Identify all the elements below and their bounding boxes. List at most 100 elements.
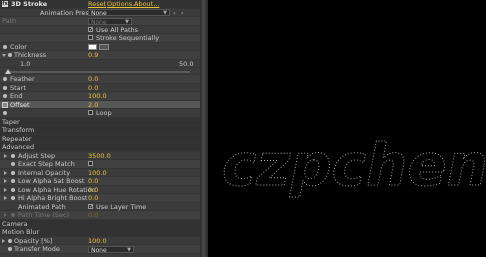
stopwatch-icon[interactable] — [11, 187, 15, 192]
opacity-value[interactable]: 100.0 — [88, 237, 107, 246]
repeater-row[interactable]: Repeater — [0, 134, 200, 143]
twirl-closed-icon[interactable] — [2, 238, 5, 243]
loop-checkbox[interactable] — [88, 110, 93, 115]
twirl-open-icon[interactable] — [2, 54, 6, 57]
stopwatch-icon[interactable] — [11, 162, 15, 166]
twirl-closed-icon[interactable] — [4, 170, 7, 175]
about-link[interactable]: About... — [134, 0, 159, 9]
feather-label: Feather — [10, 75, 35, 83]
exact-step-match-label: Exact Step Match — [18, 160, 75, 168]
offset-value[interactable]: 2.0 — [88, 101, 98, 110]
hi-alpha-bright-boost-row: Hi Alpha Bright Boost 0.0 — [0, 194, 200, 203]
feather-value[interactable]: 0.0 — [88, 75, 98, 84]
stroke-sequentially-label: Stroke Sequentially — [96, 34, 160, 42]
thickness-min-label: 1.0 — [20, 59, 31, 68]
stopwatch-icon[interactable] — [8, 238, 12, 243]
exact-step-match-checkbox[interactable] — [88, 161, 93, 166]
effect-header-row: fx 3D Stroke Reset Options... About... — [0, 0, 200, 9]
reset-link[interactable]: Reset — [88, 0, 106, 9]
path-time-label: Path Time (Sec) — [18, 211, 70, 219]
stroked-text: czpcheng — [222, 131, 486, 199]
adjust-step-value[interactable]: 3500.0 — [88, 152, 111, 161]
end-label: End — [10, 92, 23, 100]
preset-next-icon[interactable]: › — [181, 9, 184, 18]
animation-presets-value: None — [91, 10, 107, 17]
hi-alpha-bright-boost-label: Hi Alpha Bright Boost — [18, 194, 88, 202]
start-value[interactable]: 0.0 — [88, 84, 98, 93]
use-all-paths-label: Use All Paths — [96, 25, 138, 34]
chevron-down-icon: ▼ — [127, 246, 131, 253]
use-all-paths-checkbox[interactable]: ✓ — [88, 26, 93, 32]
advanced-row[interactable]: Advanced — [0, 143, 200, 152]
transfer-mode-dropdown[interactable]: None ▼ — [88, 245, 134, 254]
low-alpha-hue-rotation-row: Low Alpha Hue Rotation 0.0 — [0, 186, 200, 195]
motion-blur-row[interactable]: Motion Blur — [0, 228, 200, 237]
thickness-slider-thumb[interactable] — [5, 69, 11, 74]
chevron-down-icon: ▼ — [125, 18, 129, 25]
thickness-label: Thickness — [14, 51, 47, 59]
animation-presets-dropdown[interactable]: None ▼ — [88, 9, 170, 17]
stopwatch-icon[interactable] — [11, 170, 15, 175]
effect-controls-panel: fx 3D Stroke Reset Options... About... A… — [0, 0, 200, 257]
composition-preview[interactable]: czpcheng — [208, 0, 486, 257]
twirl-closed-icon[interactable] — [4, 187, 7, 192]
end-value[interactable]: 100.0 — [88, 92, 107, 101]
twirl-closed-icon[interactable] — [4, 179, 7, 183]
camera-label: Camera — [2, 219, 28, 228]
thickness-max-label: 50.0 — [179, 59, 194, 68]
use-layer-time-label: Use Layer Time — [96, 202, 147, 211]
path-row: Path None ▼ — [0, 17, 200, 26]
stopwatch-icon[interactable] — [8, 247, 12, 251]
stopwatch-icon[interactable] — [3, 77, 7, 81]
stopwatch-icon[interactable] — [3, 111, 7, 115]
thickness-slider-track[interactable] — [5, 69, 190, 74]
stopwatch-icon[interactable] — [11, 196, 15, 200]
taper-row[interactable]: Taper — [0, 117, 200, 126]
fx-toggle-icon[interactable]: fx — [2, 1, 8, 7]
thickness-value[interactable]: 0.9 — [88, 51, 98, 60]
transfer-mode-row: Transfer Mode None ▼ — [0, 245, 200, 254]
internal-opacity-value[interactable]: 100.0 — [88, 169, 107, 178]
end-row: End 100.0 — [0, 92, 200, 101]
stopwatch-icon[interactable] — [8, 53, 12, 57]
stopwatch-icon[interactable] — [3, 44, 7, 49]
stroke-sequentially-row: Stroke Sequentially — [0, 34, 200, 43]
loop-label: Loop — [96, 109, 112, 117]
stopwatch-icon[interactable] — [11, 213, 15, 217]
path-dropdown[interactable]: None ▼ — [88, 17, 132, 26]
color-swatch[interactable] — [88, 43, 97, 50]
stopwatch-icon[interactable] — [3, 94, 7, 98]
transform-row[interactable]: Transform — [0, 126, 200, 135]
use-all-paths-row: ✓ Use All Paths — [0, 25, 200, 34]
animated-path-row: Animated Path ✓ Use Layer Time — [0, 202, 200, 211]
motion-blur-label: Motion Blur — [2, 228, 40, 236]
path-value: None — [91, 18, 107, 26]
twirl-closed-icon[interactable] — [4, 213, 7, 217]
repeater-label: Repeater — [2, 134, 32, 143]
stopwatch-icon[interactable] — [11, 153, 15, 158]
advanced-label: Advanced — [2, 143, 35, 151]
twirl-closed-icon[interactable] — [4, 153, 7, 158]
transfer-mode-value: None — [91, 246, 107, 254]
panel-splitter[interactable] — [200, 0, 208, 257]
low-alpha-sat-boost-value[interactable]: 0.0 — [88, 177, 98, 186]
preset-prev-icon[interactable]: ‹ — [173, 9, 176, 18]
low-alpha-hue-rotation-value[interactable]: 0.0 — [88, 186, 98, 195]
stopwatch-icon[interactable] — [11, 179, 15, 183]
keyframe-stopwatch-icon[interactable] — [2, 101, 8, 108]
stroke-sequentially-checkbox[interactable] — [88, 35, 93, 40]
color-row: Color — [0, 43, 200, 51]
hi-alpha-bright-boost-value[interactable]: 0.0 — [88, 194, 98, 203]
adjust-step-label: Adjust Step — [18, 151, 56, 160]
path-label: Path — [2, 17, 17, 25]
start-row: Start 0.0 — [0, 84, 200, 93]
transform-label: Transform — [2, 126, 35, 134]
stopwatch-icon[interactable] — [3, 85, 7, 90]
loop-row: Loop — [0, 109, 200, 118]
twirl-closed-icon[interactable] — [4, 196, 7, 200]
taper-label: Taper — [2, 117, 20, 126]
preview-canvas: czpcheng — [222, 131, 486, 200]
eyedropper-icon[interactable] — [99, 43, 109, 50]
use-layer-time-checkbox[interactable]: ✓ — [88, 203, 93, 209]
camera-row[interactable]: Camera — [0, 219, 200, 228]
